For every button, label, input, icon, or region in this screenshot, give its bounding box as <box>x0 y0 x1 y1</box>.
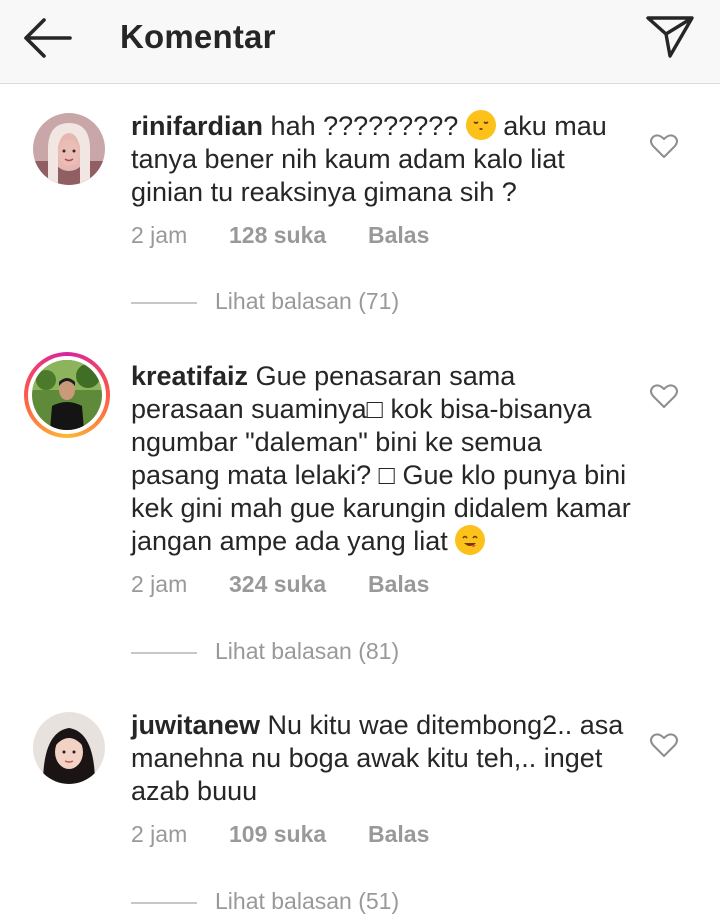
reply-button[interactable]: Balas <box>368 821 429 848</box>
view-replies-label[interactable]: Lihat balasan (81) <box>215 638 399 665</box>
top-bar: Komentar <box>0 0 720 84</box>
arrow-left-icon[interactable] <box>20 14 76 62</box>
like-count[interactable]: 128 suka <box>229 222 326 249</box>
paper-plane-icon[interactable] <box>644 12 696 62</box>
avatar[interactable] <box>33 712 105 784</box>
username[interactable]: juwitanew <box>131 710 260 740</box>
avatar[interactable] <box>33 113 105 185</box>
page-title: Komentar <box>120 18 276 55</box>
heart-icon[interactable] <box>649 382 679 410</box>
comment-time: 2 jam <box>131 222 188 248</box>
like-count[interactable]: 324 suka <box>229 571 326 598</box>
like-count[interactable]: 109 suka <box>229 821 326 848</box>
comment-text: rinifardian hah ????????? aku mau tanya … <box>131 110 631 209</box>
reply-button[interactable]: Balas <box>368 222 429 249</box>
heart-icon[interactable] <box>649 731 679 759</box>
savoring-face-emoji-icon <box>455 525 486 555</box>
avatar-ring-inner <box>28 356 106 434</box>
comment-text-part: hah ????????? <box>270 111 466 141</box>
view-replies-label[interactable]: Lihat balasan (71) <box>215 288 399 315</box>
reply-button[interactable]: Balas <box>368 571 429 598</box>
avatar[interactable] <box>32 360 102 430</box>
avatar-story-ring[interactable] <box>24 352 110 438</box>
view-replies-label[interactable]: Lihat balasan (51) <box>215 888 399 915</box>
kissing-face-emoji-icon <box>465 110 496 140</box>
comment-time: 2 jam <box>131 821 188 847</box>
divider <box>131 902 197 904</box>
comment-text: juwitanew Nu kitu wae ditembong2.. asa m… <box>131 709 631 808</box>
comment-time: 2 jam <box>131 571 188 597</box>
username[interactable]: kreatifaiz <box>131 361 248 391</box>
divider <box>131 302 197 304</box>
username[interactable]: rinifardian <box>131 111 263 141</box>
divider <box>131 652 197 654</box>
comment-text: kreatifaiz Gue penasaran sama perasaan s… <box>131 360 631 558</box>
heart-icon[interactable] <box>649 132 679 160</box>
